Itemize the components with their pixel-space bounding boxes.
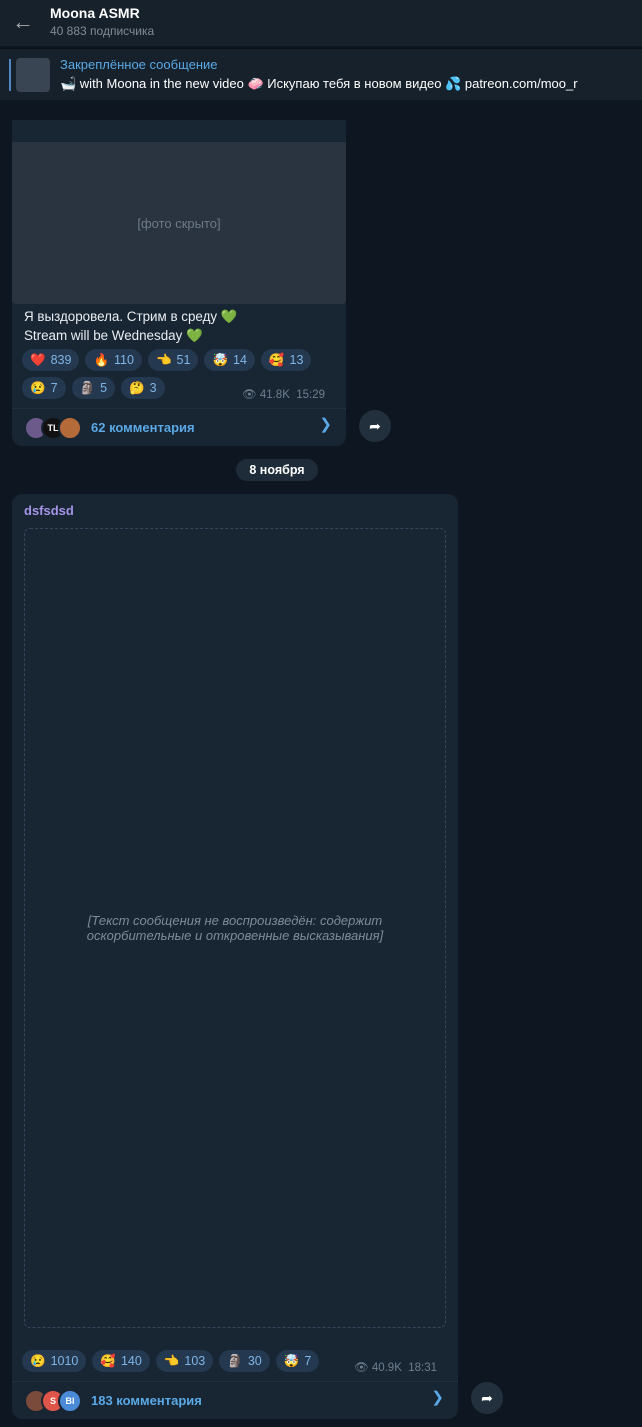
reaction-pill[interactable]: 👈 103: [155, 1350, 214, 1372]
reaction-pill[interactable]: 🥰 13: [260, 349, 312, 371]
reaction-count: 51: [176, 353, 191, 367]
reaction-emoji: 🔥: [93, 352, 110, 367]
reaction-pill[interactable]: 😢 7: [22, 377, 66, 399]
reaction-count: 14: [233, 353, 247, 367]
pinned-thumbnail: [16, 58, 50, 92]
view-count: 41.8K: [259, 389, 290, 401]
reaction-count: 7: [50, 381, 58, 395]
message-text: Я выздоровела. Стрим в среду 💚: [24, 309, 238, 324]
reaction-emoji: 🤔: [129, 380, 145, 395]
message-text: Stream will be Wednesday 💚: [24, 327, 203, 343]
subscriber-count: 40 883 подписчика: [50, 24, 155, 38]
pinned-indicator: [9, 59, 11, 91]
reaction-pill[interactable]: 🔥 110: [85, 349, 142, 371]
reaction-pill[interactable]: 😢 1010: [22, 1350, 87, 1372]
pinned-message-bar[interactable]: Закреплённое сообщение 🛁 with Moona in t…: [0, 48, 642, 100]
reaction-emoji: 😢: [30, 1353, 46, 1368]
photo-placeholder-label: [фото скрыто]: [137, 215, 221, 231]
avatar: [58, 415, 82, 440]
reaction-emoji: 🥰: [268, 352, 285, 367]
message-author[interactable]: dsfsdsd: [24, 503, 74, 518]
reaction-count: 103: [184, 1354, 206, 1368]
commenter-avatars: S BI: [24, 1388, 82, 1413]
reaction-emoji: 🤯: [212, 352, 229, 367]
chevron-right-icon: ❯: [319, 416, 332, 433]
reaction-pill[interactable]: 🤯 14: [204, 349, 255, 371]
reaction-count: 110: [114, 353, 134, 367]
share-icon: ➦: [369, 417, 381, 434]
channel-header: ← Moona ASMR 40 883 подписчика: [0, 0, 642, 46]
reaction-count: 13: [289, 353, 304, 367]
commenter-avatars: TL: [24, 415, 82, 440]
comments-label: 62 комментария: [91, 420, 195, 435]
message-meta: 👁 40.9K 18:31: [354, 1360, 437, 1374]
message-text: [Текст сообщения не воспроизведён: содер…: [24, 528, 446, 1328]
eye-icon: 👁: [242, 389, 257, 401]
share-icon: ➦: [481, 1389, 493, 1406]
reaction-emoji: 🗿: [227, 1353, 243, 1368]
message-bubble: [Текст сообщения не воспроизведён: содер…: [12, 494, 458, 1419]
message-bubble: [фото скрыто] Я выздоровела. Стрим в сре…: [12, 120, 346, 446]
reaction-count: 140: [120, 1354, 142, 1368]
message-time: 15:29: [296, 389, 326, 401]
reaction-pill[interactable]: 🗿 5: [71, 377, 116, 399]
view-count: 40.9K: [371, 1362, 402, 1374]
date-divider: 8 ноября: [236, 459, 318, 481]
reaction-pill[interactable]: 🤯 7: [275, 1350, 320, 1372]
message-time: 18:31: [408, 1362, 438, 1374]
reaction-emoji: 👈: [163, 1353, 180, 1368]
reaction-count: 1010: [50, 1354, 79, 1368]
reaction-emoji: 🗿: [79, 380, 96, 395]
reaction-pill[interactable]: 🤔 3: [121, 377, 165, 399]
share-button[interactable]: ➦: [359, 410, 391, 442]
comments-button[interactable]: TL 62 комментария ❯: [12, 408, 346, 446]
reaction-pill[interactable]: 🗿 30: [219, 1350, 270, 1372]
reaction-count: 7: [304, 1354, 312, 1368]
pinned-text: 🛁 with Moona in the new video 🧼 Искупаю …: [60, 76, 578, 91]
reaction-emoji: 👈: [155, 352, 172, 367]
comments-button[interactable]: S BI 183 комментария ❯: [12, 1381, 458, 1419]
comments-label: 183 комментария: [91, 1393, 202, 1408]
reaction-pill[interactable]: 👈 51: [147, 349, 199, 371]
arrow-left-icon[interactable]: ←: [12, 10, 36, 34]
pinned-label: Закреплённое сообщение: [60, 57, 218, 72]
reaction-count: 30: [247, 1354, 262, 1368]
reactions: 😢 1010 🥰 140 👈 103 🗿 30 🤯 7: [22, 1350, 402, 1372]
channel-title[interactable]: Moona ASMR: [50, 5, 140, 21]
avatar: BI: [58, 1388, 82, 1413]
reaction-emoji: 🤯: [283, 1353, 300, 1368]
reaction-emoji: 😢: [30, 380, 46, 395]
eye-icon: 👁: [354, 1362, 369, 1374]
reaction-emoji: 🥰: [100, 1353, 116, 1368]
chevron-right-icon: ❯: [431, 1389, 444, 1406]
message-meta: 👁 41.8K 15:29: [242, 387, 325, 401]
reaction-pill[interactable]: ❤️ 839: [22, 349, 80, 371]
reaction-count: 839: [50, 353, 72, 367]
reaction-count: 3: [149, 381, 157, 395]
photo-placeholder[interactable]: [фото скрыто]: [12, 142, 346, 304]
reaction-pill[interactable]: 🥰 140: [92, 1350, 150, 1372]
reaction-count: 5: [100, 381, 108, 395]
reaction-emoji: ❤️: [30, 352, 46, 367]
share-button[interactable]: ➦: [471, 1382, 503, 1414]
